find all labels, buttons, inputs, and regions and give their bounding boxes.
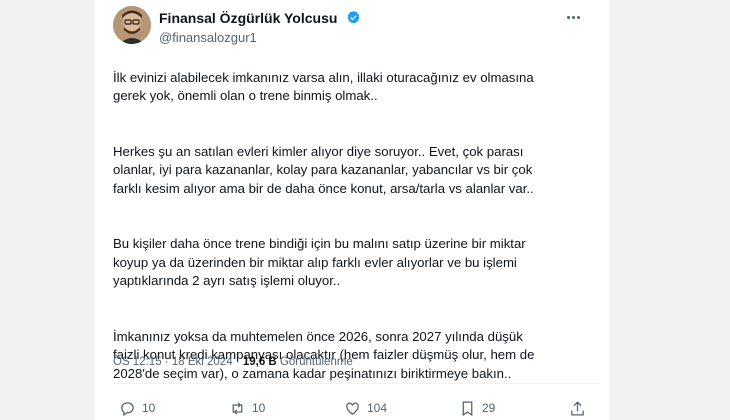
like-icon: [346, 402, 359, 415]
bookmark-count: 29: [482, 401, 496, 415]
retweet-icon: [232, 401, 243, 415]
author-handle[interactable]: @finansalozgur1: [159, 30, 361, 45]
avatar[interactable]: [113, 6, 151, 44]
meta-separator: ·: [235, 356, 240, 368]
reply-count: 10: [142, 401, 156, 415]
reply-button[interactable]: 10: [119, 398, 155, 418]
tweet-time[interactable]: ÖS 12:15: [113, 356, 162, 368]
tweet-date[interactable]: 18 Eki 2024: [172, 356, 233, 368]
divider: [113, 383, 600, 384]
tweet-paragraph-2: Herkes şu an satılan evleri kimler alıyo…: [113, 143, 534, 196]
views-label: Görüntülenme: [279, 356, 353, 368]
reply-icon: [121, 401, 134, 416]
more-icon[interactable]: [566, 8, 590, 28]
verified-badge-icon: [347, 11, 360, 24]
retweet-count: 10: [252, 401, 266, 415]
tweet-meta: ÖS 12:15 · 18 Eki 2024 · 19,6 B Görüntül…: [113, 356, 353, 368]
like-count: 104: [367, 401, 388, 415]
views-count: 19,6 B: [242, 356, 277, 368]
tweet-paragraph-1: İlk evinizi alabilecek imkanınız varsa a…: [113, 69, 534, 104]
meta-separator: ·: [164, 356, 169, 368]
like-button[interactable]: 104: [344, 398, 387, 418]
bookmark-button[interactable]: 29: [459, 398, 495, 418]
share-button[interactable]: [569, 398, 592, 418]
share-icon: [571, 400, 584, 416]
tweet-paragraph-3: Bu kişiler daha önce trene bindiği için …: [113, 236, 526, 288]
tweet-card: Finansal Özgürlük Yolcusu @finansalozgur…: [95, 0, 610, 420]
author-block: Finansal Özgürlük Yolcusu @finansalozgur…: [159, 9, 361, 45]
action-bar: 10 10 104 29: [119, 398, 589, 418]
bookmark-icon: [462, 400, 473, 416]
tweet-header: Finansal Özgürlük Yolcusu @finansalozgur…: [113, 6, 600, 46]
tweet-text: İlk evinizi alabilecek imkanınız varsa a…: [113, 50, 593, 402]
author-display-name[interactable]: Finansal Özgürlük Yolcusu: [159, 10, 337, 26]
retweet-button[interactable]: 10: [229, 398, 265, 418]
